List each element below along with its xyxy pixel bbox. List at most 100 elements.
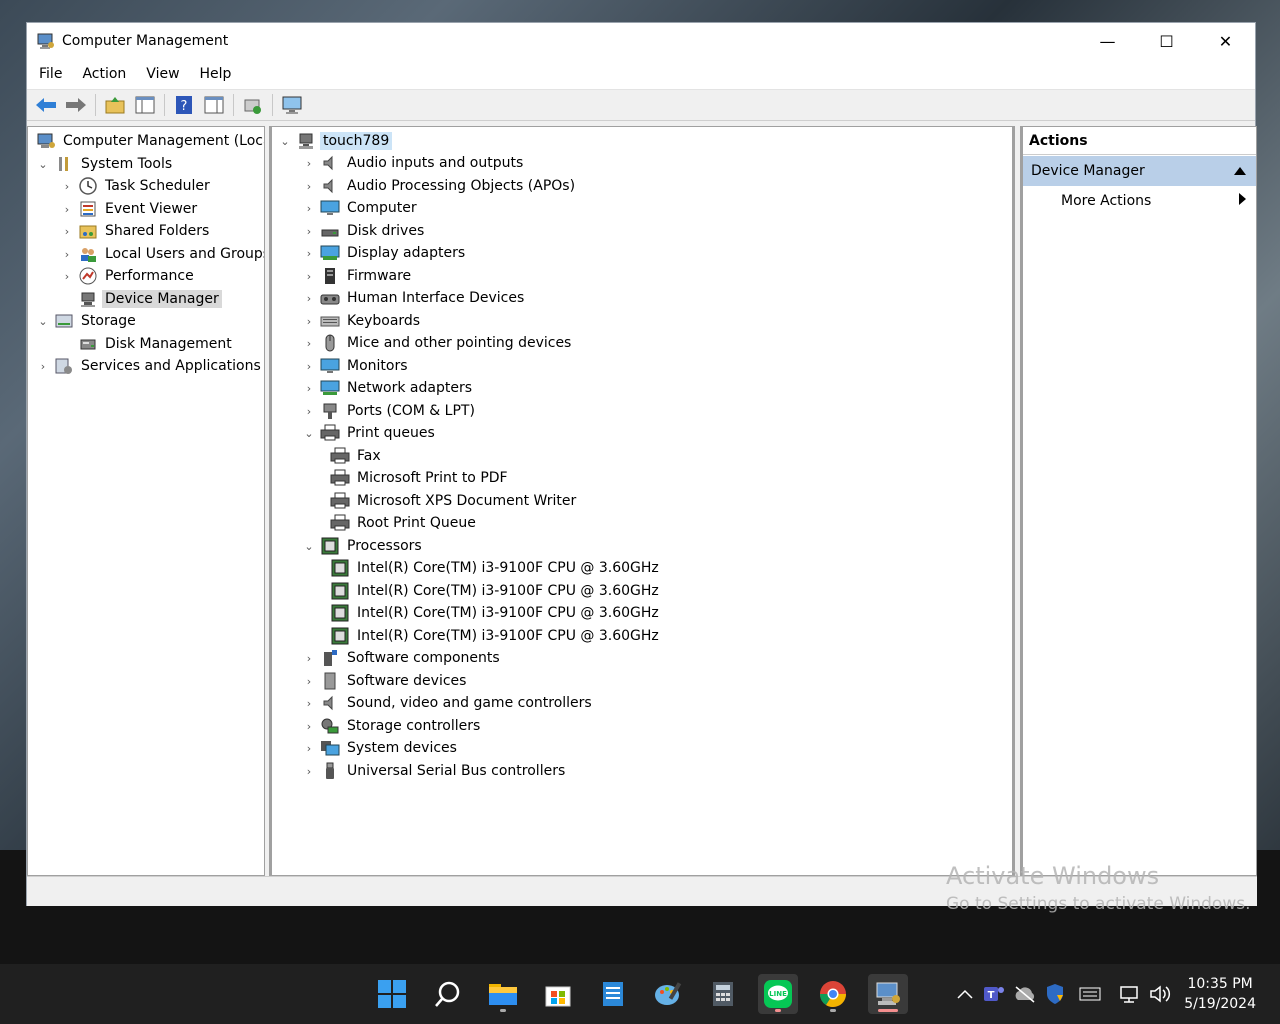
device-category[interactable]: › Audio Processing Objects (APOs)	[302, 175, 578, 197]
forward-arrow-icon[interactable]	[64, 93, 88, 117]
chevron-down-icon[interactable]: ⌄	[302, 427, 316, 440]
line-app-icon[interactable]: LINE	[758, 974, 798, 1014]
tree-item-task-scheduler[interactable]: › Task Scheduler	[60, 175, 213, 197]
chevron-down-icon[interactable]: ⌄	[278, 135, 292, 148]
menu-file[interactable]: File	[33, 66, 68, 82]
device-tree-root[interactable]: ⌄ touch789	[278, 130, 393, 152]
chevron-right-icon[interactable]: ›	[302, 765, 316, 778]
device-category[interactable]: › Keyboards	[302, 310, 423, 332]
menu-view[interactable]: View	[140, 66, 185, 82]
chevron-right-icon[interactable]: ›	[302, 742, 316, 755]
device-category[interactable]: › Computer	[302, 197, 420, 219]
volume-icon[interactable]	[1148, 982, 1172, 1006]
device-category[interactable]: › Mice and other pointing devices	[302, 332, 574, 354]
chevron-right-icon[interactable]: ›	[302, 157, 316, 170]
computer-management-taskbar-icon[interactable]	[868, 974, 908, 1014]
start-windows-icon[interactable]	[372, 974, 412, 1014]
scan-hardware-icon[interactable]	[280, 93, 304, 117]
chevron-right-icon[interactable]: ›	[302, 360, 316, 373]
tree-item-performance[interactable]: › Performance	[60, 265, 197, 287]
device-category[interactable]: › Display adapters	[302, 242, 468, 264]
processor-item[interactable]: Intel(R) Core(TM) i3-9100F CPU @ 3.60GHz	[326, 580, 662, 602]
show-hide-tree-icon[interactable]	[133, 93, 157, 117]
chevron-right-icon[interactable]: ›	[36, 360, 50, 373]
chevron-right-icon[interactable]: ›	[60, 180, 74, 193]
chevron-right-icon[interactable]: ›	[302, 697, 316, 710]
security-shield-icon[interactable]	[1044, 982, 1066, 1006]
actions-section-device-manager[interactable]: Device Manager	[1023, 156, 1256, 186]
device-category[interactable]: › Disk drives	[302, 220, 427, 242]
teams-icon[interactable]: T	[983, 982, 1005, 1006]
chevron-right-icon[interactable]: ›	[60, 203, 74, 216]
chevron-right-icon[interactable]: ›	[302, 270, 316, 283]
maximize-button[interactable]: ☐	[1137, 23, 1196, 59]
print-queue-item[interactable]: Fax	[326, 445, 384, 467]
up-folder-icon[interactable]	[103, 93, 127, 117]
tree-item-storage[interactable]: ⌄ Storage	[36, 310, 139, 332]
device-category-print-queues[interactable]: ⌄ Print queues	[302, 422, 438, 444]
chevron-right-icon[interactable]: ›	[302, 720, 316, 733]
tree-item-root[interactable]: Computer Management (Local)	[32, 130, 264, 152]
update-driver-icon[interactable]	[241, 93, 265, 117]
notepad-icon[interactable]	[593, 974, 633, 1014]
device-category[interactable]: › Software components	[302, 647, 503, 669]
back-arrow-icon[interactable]	[34, 93, 58, 117]
chevron-right-icon[interactable]: ›	[302, 337, 316, 350]
file-explorer-icon[interactable]	[483, 974, 523, 1014]
device-category[interactable]: › Ports (COM & LPT)	[302, 400, 478, 422]
microsoft-store-icon[interactable]	[538, 974, 578, 1014]
menu-help[interactable]: Help	[194, 66, 238, 82]
chrome-icon[interactable]	[813, 974, 853, 1014]
chevron-right-icon[interactable]: ›	[302, 382, 316, 395]
chevron-right-icon[interactable]: ›	[60, 225, 74, 238]
chevron-right-icon[interactable]: ›	[302, 292, 316, 305]
device-category[interactable]: › Network adapters	[302, 377, 475, 399]
title-bar[interactable]: Computer Management — ☐ ✕	[27, 23, 1255, 59]
menu-action[interactable]: Action	[76, 66, 132, 82]
chevron-right-icon[interactable]: ›	[302, 247, 316, 260]
print-queue-item[interactable]: Root Print Queue	[326, 512, 479, 534]
tree-item-event-viewer[interactable]: › Event Viewer	[60, 198, 200, 220]
collapse-triangle-icon[interactable]	[1234, 163, 1246, 179]
device-category[interactable]: › Universal Serial Bus controllers	[302, 760, 568, 782]
tree-item-shared-folders[interactable]: › Shared Folders	[60, 220, 212, 242]
chevron-up-icon[interactable]	[954, 982, 976, 1006]
help-icon[interactable]: ?	[172, 93, 196, 117]
chevron-down-icon[interactable]: ⌄	[302, 540, 316, 553]
chevron-right-icon[interactable]: ›	[302, 180, 316, 193]
close-button[interactable]: ✕	[1196, 23, 1255, 59]
chevron-right-icon[interactable]: ›	[60, 248, 74, 261]
keyboard-tray-icon[interactable]	[1078, 982, 1102, 1006]
tree-item-device-manager[interactable]: Device Manager	[74, 288, 222, 310]
show-action-pane-icon[interactable]	[202, 93, 226, 117]
chevron-right-icon[interactable]: ›	[302, 675, 316, 688]
more-actions-item[interactable]: More Actions	[1023, 186, 1256, 216]
print-queue-item[interactable]: Microsoft Print to PDF	[326, 467, 511, 489]
chevron-right-icon[interactable]: ›	[302, 315, 316, 328]
device-category[interactable]: › Human Interface Devices	[302, 287, 527, 309]
device-category-processors[interactable]: ⌄ Processors	[302, 535, 425, 557]
chevron-right-icon[interactable]: ›	[302, 225, 316, 238]
taskbar-clock[interactable]: 10:35 PM 5/19/2024	[1184, 974, 1256, 1014]
chevron-right-icon[interactable]: ›	[302, 405, 316, 418]
device-category[interactable]: › Firmware	[302, 265, 414, 287]
tree-item-local-users[interactable]: › Local Users and Groups	[60, 243, 264, 265]
device-category[interactable]: › Storage controllers	[302, 715, 483, 737]
chevron-right-icon[interactable]: ›	[60, 270, 74, 283]
device-category[interactable]: › Monitors	[302, 355, 411, 377]
tree-item-services[interactable]: › Services and Applications	[36, 355, 264, 377]
device-category[interactable]: › Software devices	[302, 670, 469, 692]
chevron-down-icon[interactable]: ⌄	[36, 315, 50, 328]
minimize-button[interactable]: —	[1078, 23, 1137, 59]
calculator-icon[interactable]	[703, 974, 743, 1014]
onedrive-offline-icon[interactable]	[1013, 982, 1037, 1006]
processor-item[interactable]: Intel(R) Core(TM) i3-9100F CPU @ 3.60GHz	[326, 602, 662, 624]
processor-item[interactable]: Intel(R) Core(TM) i3-9100F CPU @ 3.60GHz	[326, 557, 662, 579]
device-category[interactable]: › Sound, video and game controllers	[302, 692, 595, 714]
search-icon[interactable]	[428, 974, 468, 1014]
tree-item-disk-management[interactable]: Disk Management	[74, 333, 235, 355]
chevron-right-icon[interactable]: ›	[302, 202, 316, 215]
paint-icon[interactable]	[648, 974, 688, 1014]
print-queue-item[interactable]: Microsoft XPS Document Writer	[326, 490, 579, 512]
device-category[interactable]: › Audio inputs and outputs	[302, 152, 526, 174]
